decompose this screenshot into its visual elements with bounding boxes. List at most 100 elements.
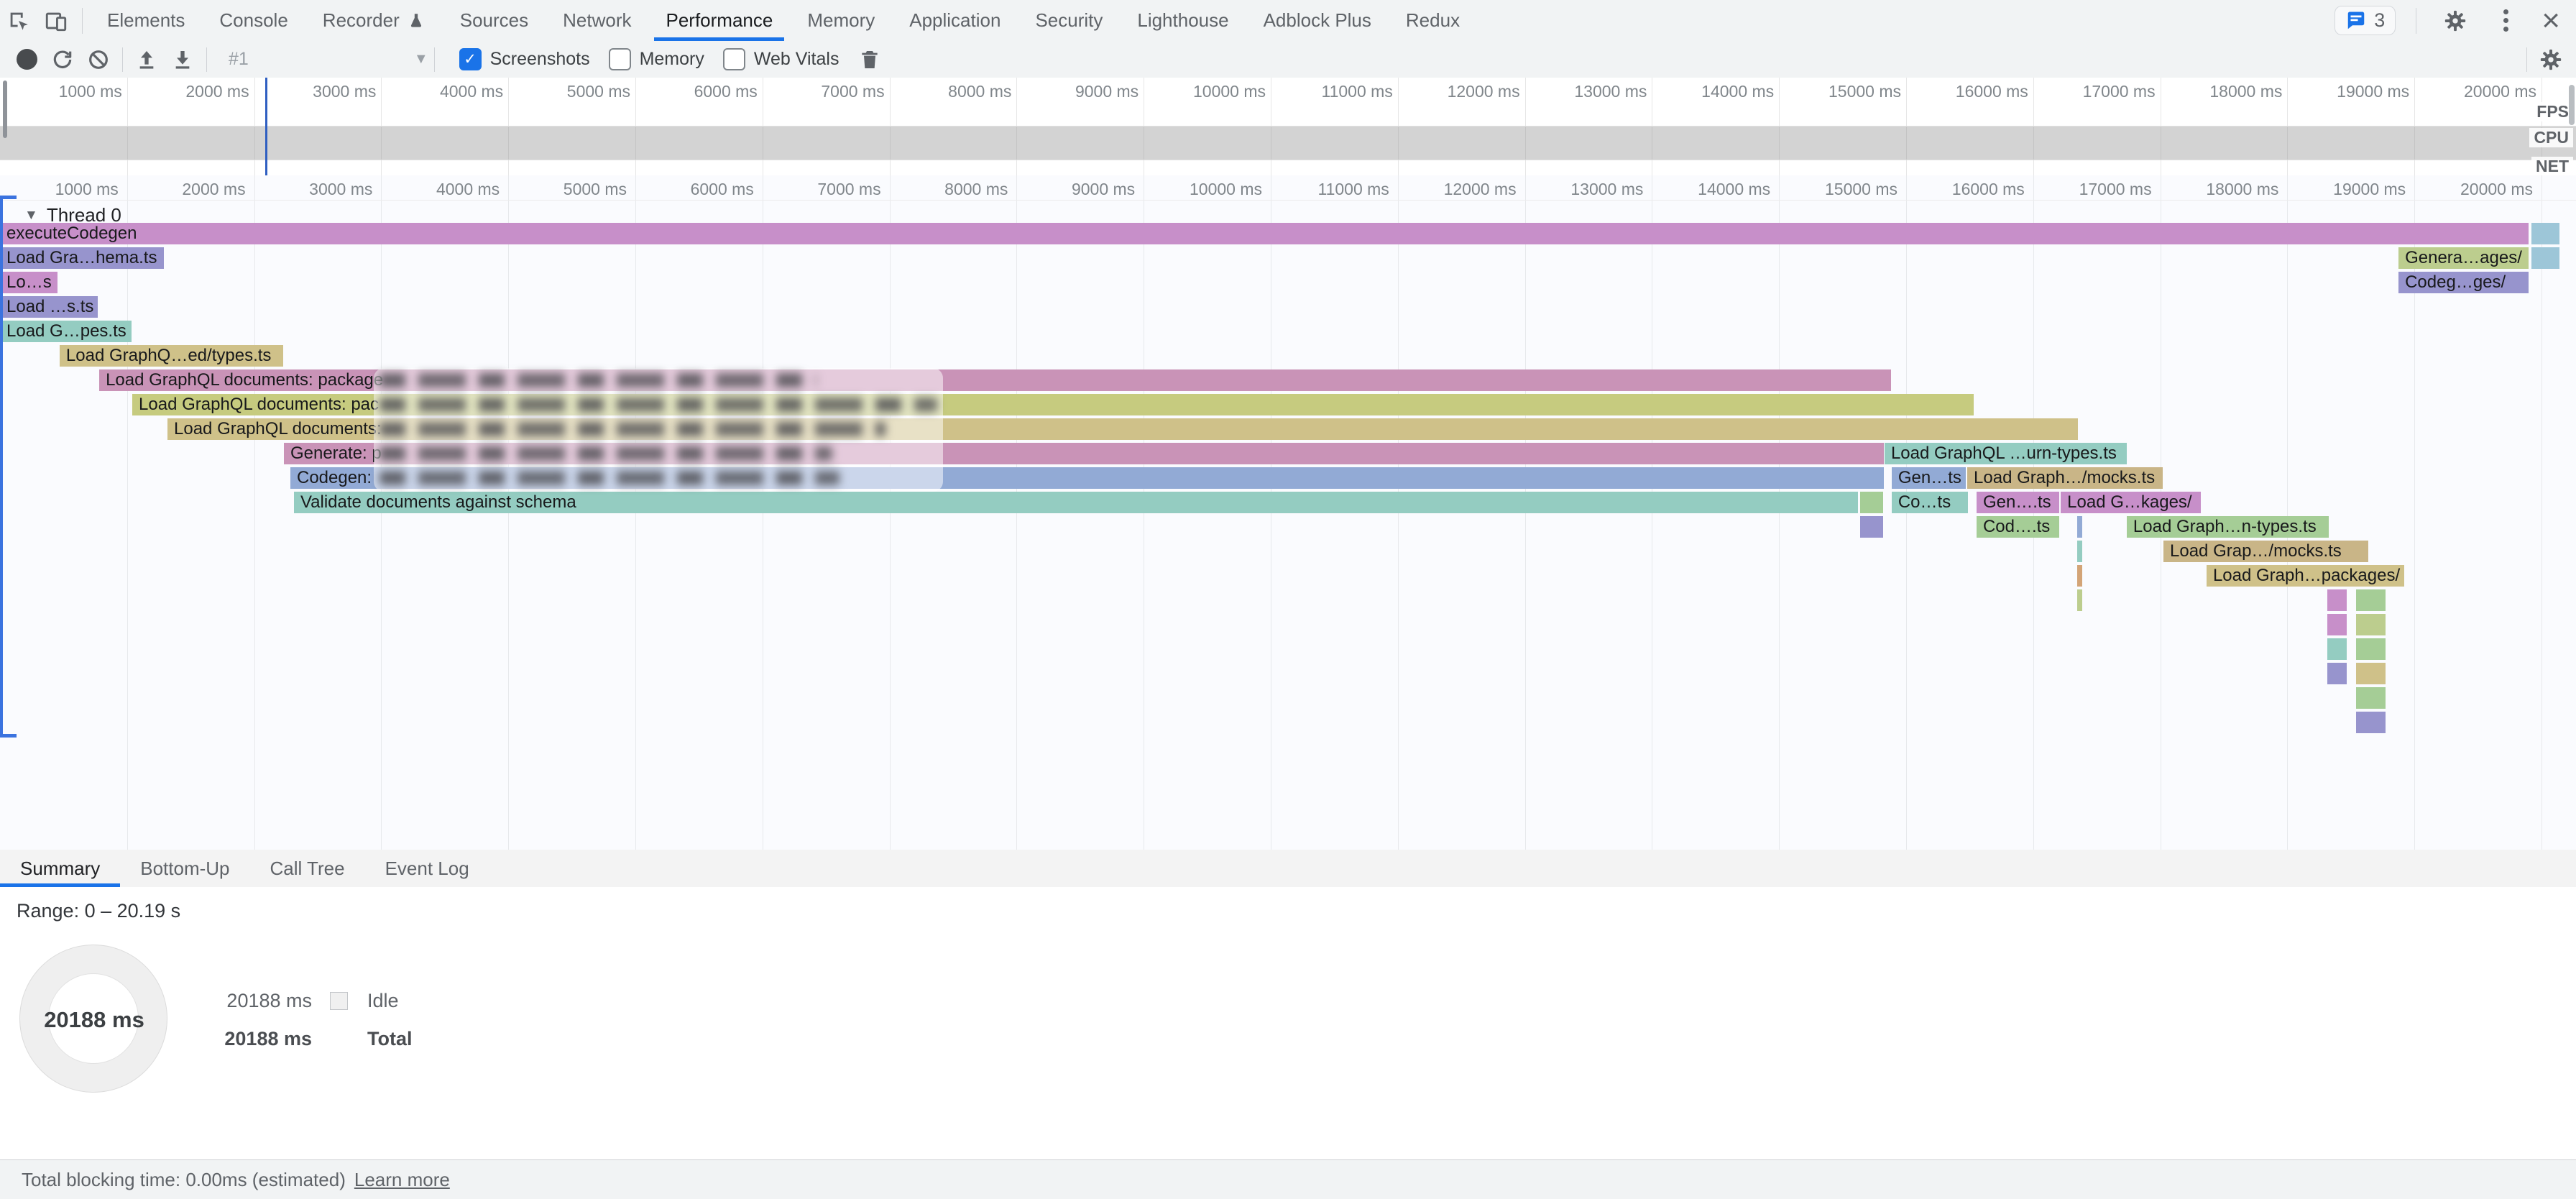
flame-bar-cod-ts[interactable]: Cod….ts [1977,516,2059,538]
record-button[interactable] [9,44,45,75]
redacted-text [380,471,840,485]
flame-bar-load-grap-mocks-ts[interactable]: Load Grap…/mocks.ts [2163,541,2368,562]
flame-bar-co-ts[interactable]: Co…ts [1892,492,1968,513]
performance-toolbar: #1 ▼ ✓Screenshots Memory Web Vitals [0,41,2576,78]
scrollbar-thumb[interactable] [2569,85,2575,125]
clear-icon[interactable] [80,44,116,75]
flame-tick-label: 18000 ms [2206,180,2278,199]
flame-bar-load-gra-hema-ts[interactable]: Load Gra…hema.ts [0,247,164,269]
reload-and-record-icon[interactable] [45,44,80,75]
unchecked-checkbox-icon[interactable] [609,48,631,70]
overview-tick-label: 14000 ms [1701,82,1774,101]
selection-bracket-tick [0,734,17,738]
trash-icon[interactable] [852,44,888,75]
checkbox-screenshots[interactable]: ✓Screenshots [459,48,590,70]
flame-bar[interactable] [2327,663,2347,684]
tab-elements[interactable]: Elements [90,0,202,41]
checkbox-memory[interactable]: Memory [609,48,704,70]
tab-network[interactable]: Network [546,0,648,41]
flame-bar[interactable] [2077,565,2082,587]
selection-bracket-tick [0,196,17,199]
close-icon[interactable]: × [2537,5,2564,37]
chevron-down-icon: ▼ [24,208,38,224]
summary-donut-chart: 20188 ms [19,945,167,1093]
chevron-down-icon[interactable]: ▼ [414,51,428,68]
tabbar-separator [82,8,83,34]
overview-tick-label: 11000 ms [1321,82,1392,101]
overview-left-handle[interactable] [3,81,7,138]
flame-bar-load-graphql-urn-types-ts[interactable]: Load GraphQL …urn-types.ts [1885,443,2127,464]
flame-bar-genera-ages[interactable]: Genera…ages/ [2398,247,2529,269]
details-tab-event-log[interactable]: Event Log [365,850,489,887]
legend-value: 20188 ms [168,1028,312,1050]
tab-recorder[interactable]: Recorder [305,0,443,41]
tab-performance[interactable]: Performance [648,0,790,41]
capture-settings-gear-icon[interactable] [2533,44,2569,75]
flame-bar[interactable] [2077,589,2082,611]
more-options-icon[interactable] [2487,5,2524,37]
details-tab-call-tree[interactable]: Call Tree [250,850,365,887]
unchecked-checkbox-icon[interactable] [723,48,745,70]
details-tab-bottom-up[interactable]: Bottom-Up [120,850,249,887]
settings-gear-icon[interactable] [2437,5,2474,37]
device-toolbar-icon[interactable] [37,5,75,37]
flame-bar-executecodegen[interactable]: executeCodegen [0,223,2529,244]
cpu-activity-band [0,127,2576,160]
flame-bar-gen-ts[interactable]: Gen….ts [1977,492,2059,513]
flame-bar[interactable] [2327,589,2347,611]
flame-bar-load-graphql-documents-package[interactable]: Load GraphQL documents: package [99,369,1891,391]
flame-tick-label: 2000 ms [182,180,245,199]
flame-tick-label: 8000 ms [944,180,1008,199]
flame-bar-load-s-ts[interactable]: Load …s.ts [0,296,98,318]
checkbox-web-vitals[interactable]: Web Vitals [723,48,840,70]
tab-console[interactable]: Console [202,0,305,41]
playhead-marker[interactable] [265,78,267,175]
tab-adblock-plus[interactable]: Adblock Plus [1246,0,1389,41]
flame-bar[interactable] [1860,516,1883,538]
flame-bar-load-graph-packages[interactable]: Load Graph…packages/ [2207,565,2404,587]
tab-sources[interactable]: Sources [443,0,546,41]
flame-bar[interactable] [2077,516,2082,538]
flame-bar-load-graphq-ed-types-ts[interactable]: Load GraphQ…ed/types.ts [60,345,283,367]
learn-more-link[interactable]: Learn more [354,1169,450,1191]
issues-button[interactable]: 3 [2334,6,2396,35]
inspect-element-icon[interactable] [0,5,37,37]
tab-security[interactable]: Security [1018,0,1120,41]
flame-chart[interactable]: 1000 ms2000 ms3000 ms4000 ms5000 ms6000 … [0,175,2576,850]
flame-bar[interactable] [2327,638,2347,660]
tab-redux[interactable]: Redux [1389,0,1477,41]
flame-bar[interactable] [2356,589,2386,611]
flame-bar-gen-ts[interactable]: Gen…ts [1892,467,1966,489]
flame-bar[interactable] [2531,247,2559,269]
flame-bar[interactable] [1860,492,1883,513]
tab-lighthouse[interactable]: Lighthouse [1120,0,1246,41]
flame-bar[interactable] [2327,614,2347,635]
overview-tick-label: 1000 ms [59,82,122,101]
flame-bar[interactable] [2531,223,2559,244]
flame-bar[interactable] [2356,712,2386,733]
flame-bar[interactable] [2077,541,2082,562]
flame-bar[interactable] [2356,614,2386,635]
flame-bar-lo-s[interactable]: Lo…s [0,272,58,293]
flame-tick-label: 9000 ms [1072,180,1135,199]
flame-tick-label: 4000 ms [436,180,500,199]
flame-bar-load-g-kages[interactable]: Load G…kages/ [2061,492,2201,513]
flame-bar[interactable] [2356,687,2386,709]
timeline-overview[interactable]: 1000 ms2000 ms3000 ms4000 ms5000 ms6000 … [0,78,2576,176]
details-tab-summary[interactable]: Summary [0,850,120,887]
tab-memory[interactable]: Memory [790,0,892,41]
flame-bar-load-g-pes-ts[interactable]: Load G…pes.ts [0,321,132,342]
flame-bar-validate-documents-against-schema[interactable]: Validate documents against schema [294,492,1858,513]
tab-application[interactable]: Application [892,0,1018,41]
flame-bar[interactable] [2356,638,2386,660]
flame-tick-label: 11000 ms [1317,180,1389,199]
history-select[interactable]: #1 [229,49,249,70]
checked-checkbox-icon[interactable]: ✓ [459,48,482,70]
flame-tick-label: 13000 ms [1570,180,1643,199]
flame-bar-load-graph-mocks-ts[interactable]: Load Graph…/mocks.ts [1967,467,2163,489]
flame-bar[interactable] [2356,663,2386,684]
load-profile-icon[interactable] [129,44,165,75]
flame-bar-load-graph-n-types-ts[interactable]: Load Graph…n-types.ts [2127,516,2329,538]
save-profile-icon[interactable] [165,44,201,75]
flame-bar-codeg-ges[interactable]: Codeg…ges/ [2398,272,2529,293]
